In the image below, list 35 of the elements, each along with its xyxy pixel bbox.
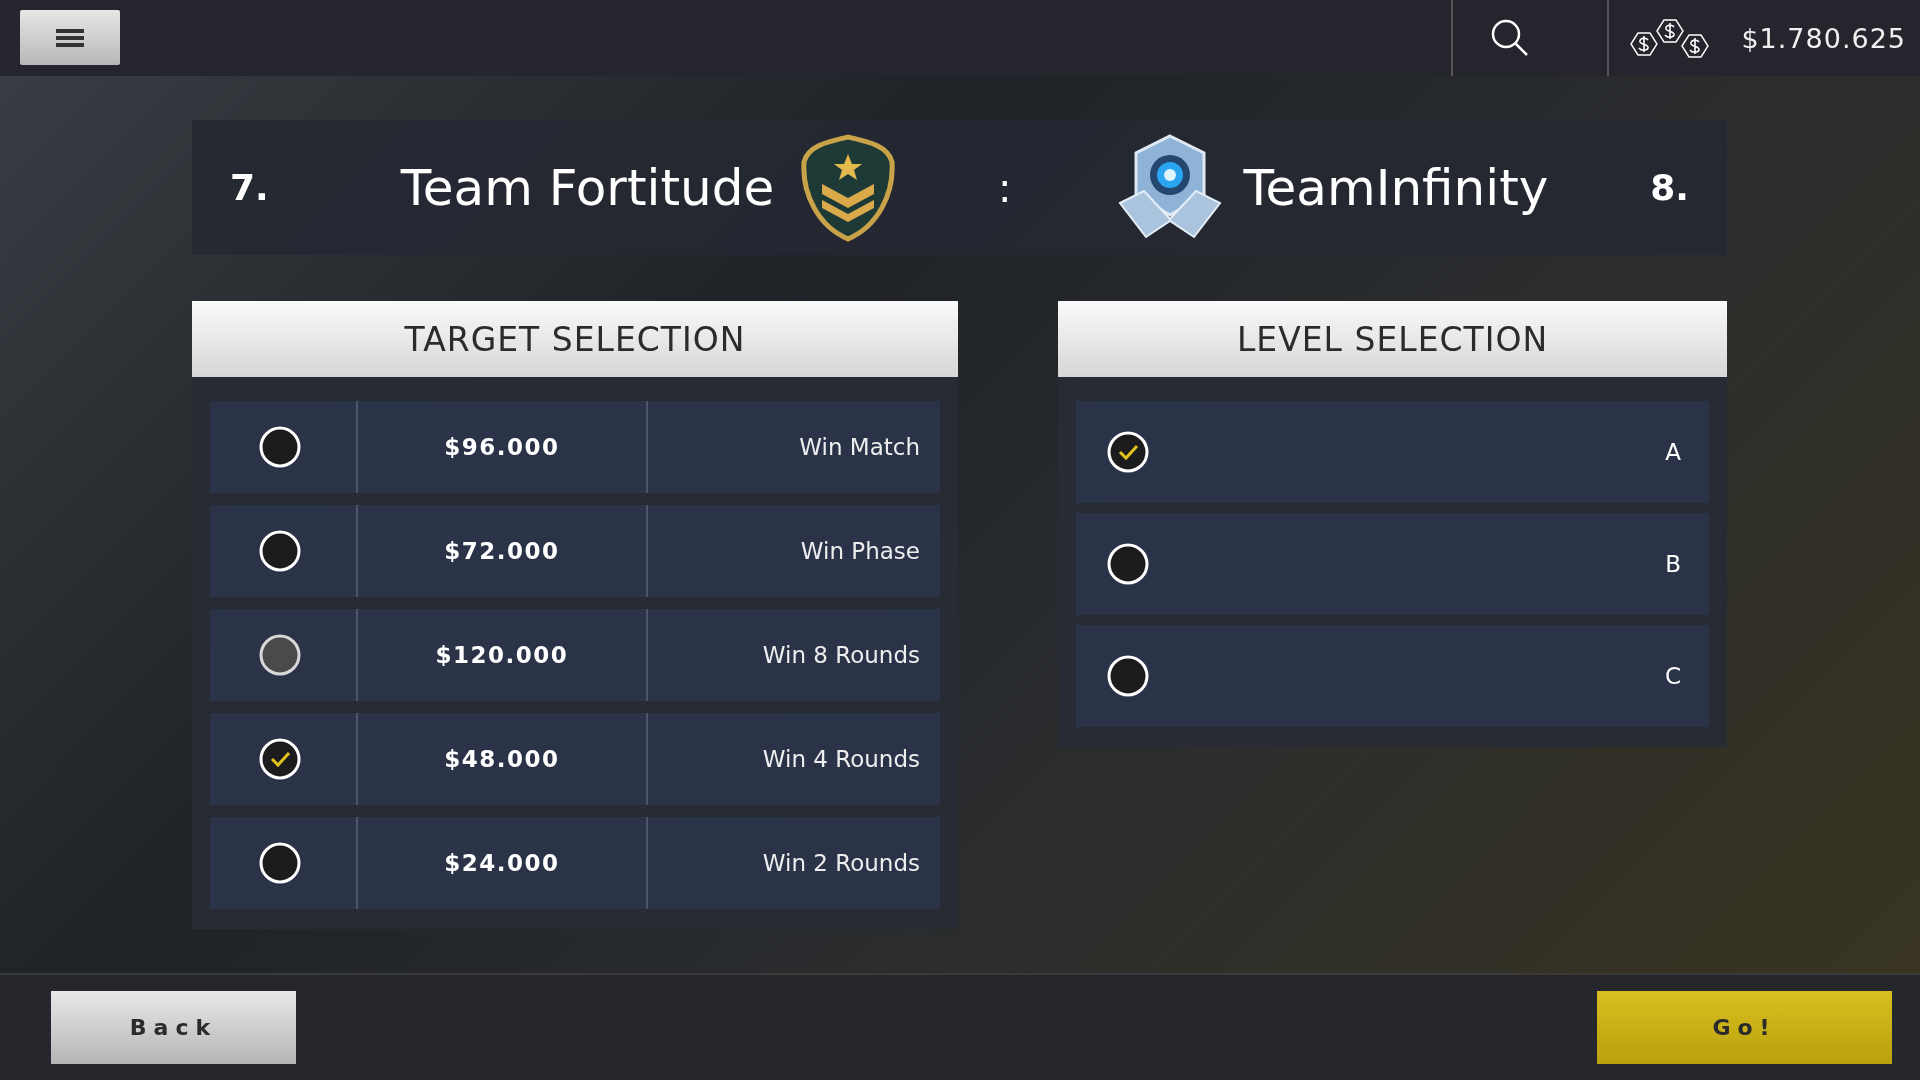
reward-amount: $24.000 bbox=[444, 850, 560, 876]
goal-label: Win 2 Rounds bbox=[762, 850, 920, 876]
reward-amount: $72.000 bbox=[444, 538, 560, 564]
versus-separator: : bbox=[998, 164, 1012, 211]
target-option[interactable]: $24.000 Win 2 Rounds bbox=[210, 817, 940, 909]
goal-label: Win 8 Rounds bbox=[762, 642, 920, 668]
level-label: A bbox=[1665, 439, 1681, 465]
shield-emblem-icon bbox=[800, 133, 897, 242]
team-rank: 8. bbox=[1650, 167, 1689, 208]
goal-label: Win Match bbox=[799, 434, 920, 460]
level-option[interactable]: A bbox=[1076, 401, 1709, 503]
section-header: LEVEL SELECTION bbox=[1058, 301, 1727, 377]
team-name: Team Fortitude bbox=[400, 158, 775, 217]
level-label: B bbox=[1665, 551, 1681, 577]
goal-label: Win 4 Rounds bbox=[762, 746, 920, 772]
coins-icon bbox=[1629, 17, 1712, 59]
menu-icon bbox=[56, 27, 84, 48]
balance-amount: $1.780.625 bbox=[1741, 22, 1906, 54]
reward-amount: $120.000 bbox=[435, 642, 569, 668]
menu-button[interactable] bbox=[20, 10, 120, 65]
team-name: TeamInfinity bbox=[1243, 158, 1549, 217]
reward-amount: $48.000 bbox=[444, 746, 560, 772]
target-option[interactable]: $48.000 Win 4 Rounds bbox=[210, 713, 940, 805]
section-header: TARGET SELECTION bbox=[192, 301, 958, 377]
level-label: C bbox=[1664, 663, 1681, 689]
target-option[interactable]: $72.000 Win Phase bbox=[210, 505, 940, 597]
team-rank: 7. bbox=[230, 167, 269, 208]
back-button[interactable]: Back bbox=[51, 991, 296, 1064]
reward-amount: $96.000 bbox=[444, 434, 560, 460]
go-button[interactable]: Go! bbox=[1597, 991, 1892, 1064]
level-option[interactable]: C bbox=[1076, 625, 1709, 727]
search-button[interactable] bbox=[1451, 0, 1610, 76]
goal-label: Win Phase bbox=[800, 538, 920, 564]
target-option[interactable]: $96.000 Win Match bbox=[210, 401, 940, 493]
level-option[interactable]: B bbox=[1076, 513, 1709, 615]
